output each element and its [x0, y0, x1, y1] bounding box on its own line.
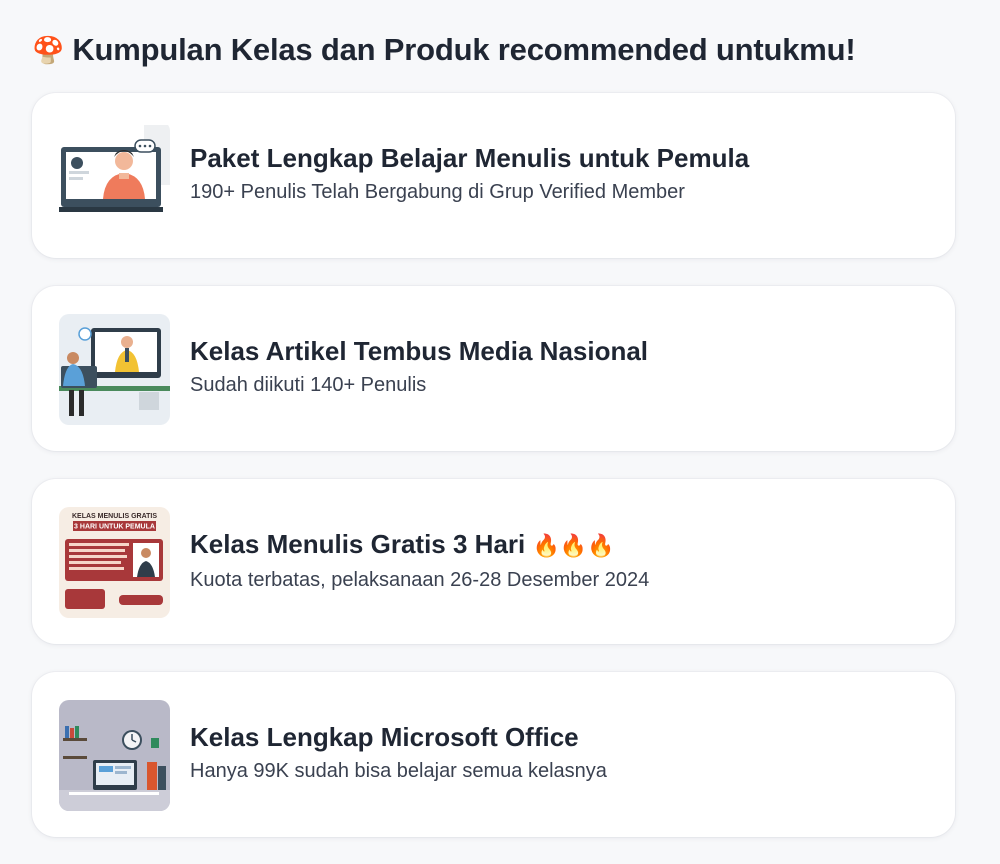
card-subtitle: Sudah diikuti 140+ Penulis — [190, 374, 427, 396]
fire-icon: 🔥🔥🔥 — [532, 533, 615, 558]
poster-banner: 3 HARI UNTUK PEMULA — [74, 524, 155, 531]
free-class-poster-icon: KELAS MENULIS GRATIS 3 HARI UNTUK PEMULA — [59, 507, 170, 618]
video-call-illustration-icon — [59, 121, 170, 232]
product-card-paket-lengkap[interactable]: Paket Lengkap Belajar Menulis untuk Pemu… — [32, 93, 955, 258]
poster-headline: KELAS MENULIS GRATIS — [72, 513, 157, 520]
page: 🍄 Kumpulan Kelas dan Produk recommended … — [0, 0, 1000, 864]
product-card-kelas-gratis[interactable]: KELAS MENULIS GRATIS 3 HARI UNTUK PEMULA… — [32, 479, 955, 644]
card-title: Kelas Lengkap Microsoft Office — [190, 722, 579, 752]
card-title: Kelas Menulis Gratis 3 Hari 🔥🔥🔥 — [190, 527, 935, 563]
office-desk-illustration-icon — [59, 700, 170, 811]
card-subtitle: Hanya 99K sudah bisa belajar semua kelas… — [190, 760, 607, 782]
online-class-illustration-icon — [59, 314, 170, 425]
card-title: Paket Lengkap Belajar Menulis untuk Pemu… — [190, 143, 750, 173]
card-title-text: Kelas Menulis Gratis 3 Hari — [190, 529, 526, 559]
section-heading: 🍄 Kumpulan Kelas dan Produk recommended … — [32, 28, 856, 72]
mushroom-icon: 🍄 — [32, 35, 65, 65]
product-card-artikel[interactable]: Kelas Artikel Tembus Media Nasional Suda… — [32, 286, 955, 451]
card-subtitle: 190+ Penulis Telah Bergabung di Grup Ver… — [190, 181, 685, 203]
section-title: Kumpulan Kelas dan Produk recommended un… — [72, 32, 856, 67]
card-title: Kelas Artikel Tembus Media Nasional — [190, 336, 649, 366]
card-subtitle: Kuota terbatas, pelaksanaan 26-28 Desemb… — [190, 569, 650, 591]
product-card-microsoft-office[interactable]: Kelas Lengkap Microsoft Office Hanya 99K… — [32, 672, 955, 837]
